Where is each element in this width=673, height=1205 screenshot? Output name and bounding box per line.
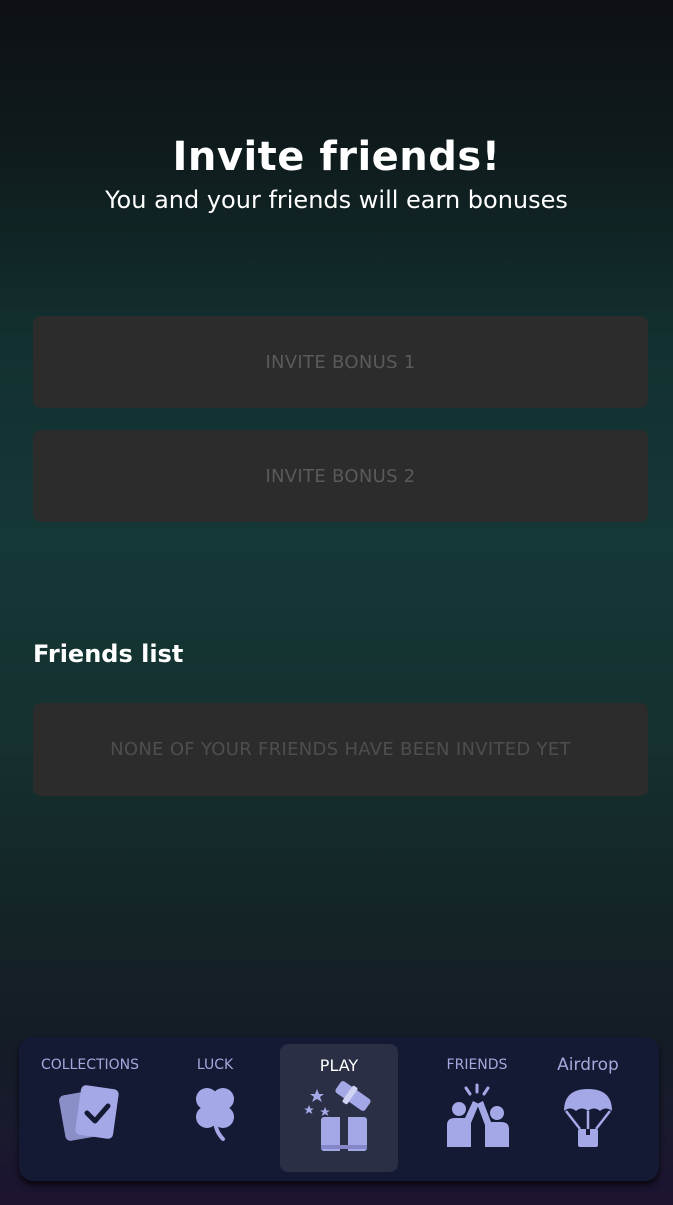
clover-icon <box>187 1083 243 1147</box>
nav-item-play[interactable]: PLAY <box>280 1044 398 1172</box>
nav-label: FRIENDS <box>446 1057 508 1073</box>
page-title: Invite friends! <box>172 134 501 180</box>
bottom-nav-bar: COLLECTIONS LUCK PLAY FRIENDS Airdrop <box>19 1037 659 1181</box>
invite-bonus-label: INVITE BONUS 2 <box>265 465 416 487</box>
invite-bonus-label: INVITE BONUS 1 <box>265 351 416 373</box>
nav-item-collections[interactable]: COLLECTIONS <box>19 1037 161 1181</box>
gift-icon <box>299 1079 379 1159</box>
invite-bonus-card-2[interactable]: INVITE BONUS 2 <box>33 430 648 522</box>
nav-label: Airdrop <box>557 1055 619 1075</box>
nav-item-friends[interactable]: FRIENDS <box>424 1037 530 1181</box>
nav-item-airdrop[interactable]: Airdrop <box>539 1037 637 1181</box>
empty-message: NONE OF YOUR FRIENDS HAVE BEEN INVITED Y… <box>110 739 571 760</box>
nav-item-luck[interactable]: LUCK <box>164 1037 266 1181</box>
parachute-icon <box>558 1085 618 1153</box>
high-five-icon <box>439 1083 515 1153</box>
nav-label: LUCK <box>196 1057 234 1073</box>
invite-bonus-card-1[interactable]: INVITE BONUS 1 <box>33 316 648 408</box>
friends-list-heading: Friends list <box>33 640 184 668</box>
nav-label: COLLECTIONS <box>40 1057 140 1073</box>
page-subtitle: You and your friends will earn bonuses <box>105 186 568 214</box>
cards-check-icon <box>58 1083 122 1147</box>
friends-list-empty-state: NONE OF YOUR FRIENDS HAVE BEEN INVITED Y… <box>33 703 648 796</box>
nav-label: PLAY <box>319 1056 359 1075</box>
